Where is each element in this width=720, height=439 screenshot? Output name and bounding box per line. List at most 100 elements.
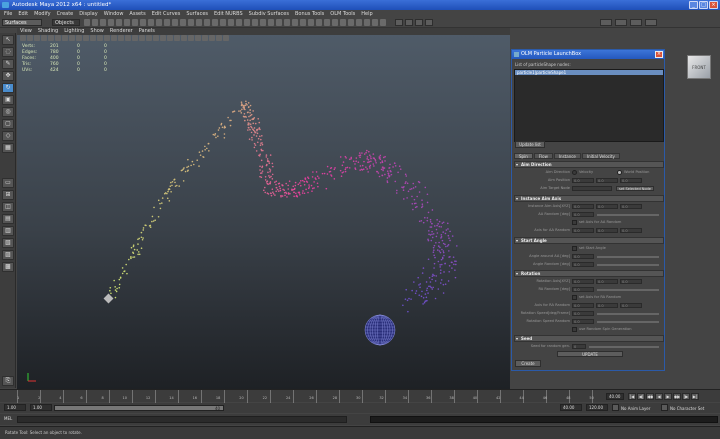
statusline-tool-icon[interactable] <box>148 19 154 26</box>
set-axis-ra-checkbox[interactable] <box>572 295 577 300</box>
panel-tool-icon[interactable] <box>223 35 229 41</box>
menu-create[interactable]: Create <box>57 10 74 18</box>
aim-direction-frame[interactable]: Aim Direction <box>514 161 664 168</box>
rotation-axis-field-y[interactable]: 0.0 <box>596 279 618 284</box>
panel-menu-show[interactable]: Show <box>90 28 104 35</box>
panel-tool-icon[interactable] <box>20 35 26 41</box>
tab-flow[interactable]: Flow <box>533 153 553 159</box>
character-set-label[interactable]: No Character Set <box>670 406 704 411</box>
statusline-tool-icon[interactable] <box>252 19 258 26</box>
panel-tool-icon[interactable] <box>195 35 201 41</box>
statusline-tool-icon[interactable] <box>108 19 114 26</box>
panel-tool-icon[interactable] <box>125 35 131 41</box>
rotation-axis-field[interactable]: 0.0 <box>572 279 594 284</box>
selection-mode-objects[interactable]: Objects <box>52 19 80 26</box>
statusline-tool-icon[interactable] <box>228 19 234 26</box>
menu-edit-nurbs[interactable]: Edit NURBS <box>214 10 243 18</box>
maximize-button[interactable]: □ <box>699 1 708 9</box>
menu-modify[interactable]: Modify <box>34 10 51 18</box>
statusline-tool-icon[interactable] <box>316 19 322 26</box>
angle-around-slider[interactable] <box>597 256 659 258</box>
statusline-tool-icon[interactable] <box>116 19 122 26</box>
statusline-tool-icon[interactable] <box>156 19 162 26</box>
viewcube[interactable]: FRONT <box>687 55 711 79</box>
angle-random-field[interactable]: 0.0 <box>572 262 594 267</box>
character-set-icon[interactable] <box>661 404 668 411</box>
angle-random-slider[interactable] <box>597 264 659 266</box>
start-angle-frame[interactable]: Start Angle <box>514 237 664 244</box>
panel-tool-icon[interactable] <box>153 35 159 41</box>
statusline-tool-icon[interactable] <box>236 19 242 26</box>
create-button[interactable]: Create <box>515 360 541 367</box>
random-spin-checkbox[interactable] <box>572 327 577 332</box>
aim-position-field-y[interactable]: 0.0 <box>596 178 618 183</box>
statusline-tool-icon[interactable] <box>356 19 362 26</box>
menu-edit[interactable]: Edit <box>18 10 28 18</box>
field-x[interactable] <box>600 19 612 26</box>
ra-random-slider[interactable] <box>597 289 659 291</box>
minimize-button[interactable]: _ <box>689 1 698 9</box>
statusline-tool-icon[interactable] <box>260 19 266 26</box>
panel-tool-icon[interactable] <box>167 35 173 41</box>
panel-menu-renderer[interactable]: Renderer <box>110 28 133 35</box>
menu-bonus-tools[interactable]: Bonus Tools <box>295 10 324 18</box>
seed-slider[interactable] <box>589 346 659 348</box>
aa-random-field[interactable]: 0.0 <box>572 212 594 217</box>
seed-field[interactable]: 0 <box>572 344 586 349</box>
ra-random-field[interactable]: 0.0 <box>572 287 594 292</box>
update-list-button[interactable]: Update list <box>515 141 545 148</box>
step-back-icon[interactable]: ◀| <box>637 393 645 400</box>
aim-position-field[interactable]: 0.0 <box>572 178 594 183</box>
axis-ra-field-z[interactable]: 0.0 <box>620 303 642 308</box>
panel-menu-view[interactable]: View <box>20 28 32 35</box>
particle-system[interactable] <box>17 34 510 389</box>
statusline-tool-icon[interactable] <box>196 19 202 26</box>
statusline-tool-icon[interactable] <box>292 19 298 26</box>
axis-aa-field[interactable]: 0.0 <box>572 228 594 233</box>
statusline-tool-icon[interactable] <box>188 19 194 26</box>
tab-instance[interactable]: Instance <box>553 153 581 159</box>
statusline-tool-icon[interactable] <box>124 19 130 26</box>
panel-tool-icon[interactable] <box>62 35 68 41</box>
set-axis-aa-checkbox[interactable] <box>572 220 577 225</box>
animation-start-field[interactable]: 1.00 <box>4 404 26 411</box>
panel-tool-icon[interactable] <box>104 35 110 41</box>
rotation-speed-random-field[interactable]: 0.0 <box>572 319 594 324</box>
panel-tool-icon[interactable] <box>174 35 180 41</box>
menu-subdiv-surfaces[interactable]: Subdiv Surfaces <box>249 10 289 18</box>
statusline-tool-icon[interactable] <box>180 19 186 26</box>
field-y[interactable] <box>615 19 627 26</box>
rotation-speed-random-slider[interactable] <box>597 321 659 323</box>
paint-select-icon[interactable]: ✎ <box>2 59 14 69</box>
statusline-tool-icon[interactable] <box>348 19 354 26</box>
render-icon[interactable] <box>395 19 403 26</box>
animation-end-field[interactable]: 120.00 <box>586 404 608 411</box>
statusline-tool-icon[interactable] <box>84 19 90 26</box>
rotation-axis-field-z[interactable]: 0.0 <box>620 279 642 284</box>
menu-surfaces[interactable]: Surfaces <box>186 10 208 18</box>
hypershade-layout-icon[interactable]: ▥ <box>2 226 14 236</box>
statusline-tool-icon[interactable] <box>172 19 178 26</box>
statusline-tool-icon[interactable] <box>332 19 338 26</box>
panel-tool-icon[interactable] <box>202 35 208 41</box>
step-forward-key-icon[interactable]: ◆▶ <box>673 393 681 400</box>
move-tool-icon[interactable]: ✥ <box>2 71 14 81</box>
rotation-speed-slider[interactable] <box>597 313 659 315</box>
manipulator-icon[interactable]: ◎ <box>2 107 14 117</box>
menu-edit-curves[interactable]: Edit Curves <box>152 10 181 18</box>
rotate-tool-icon[interactable]: ↻ <box>2 83 14 93</box>
mel-label[interactable]: MEL <box>4 416 12 421</box>
tab-spin[interactable]: Spin <box>514 153 533 159</box>
statusline-tool-icon[interactable] <box>324 19 330 26</box>
statusline-tool-icon[interactable] <box>284 19 290 26</box>
panel-tool-icon[interactable] <box>69 35 75 41</box>
ipr-icon[interactable] <box>405 19 413 26</box>
dialog-close-button[interactable]: × <box>655 51 663 58</box>
single-pane-layout-icon[interactable]: ▭ <box>2 178 14 188</box>
statusline-tool-icon[interactable] <box>364 19 370 26</box>
statusline-tool-icon[interactable] <box>132 19 138 26</box>
panel-tool-icon[interactable] <box>118 35 124 41</box>
wire-sphere[interactable] <box>364 314 396 346</box>
current-frame-field[interactable]: 40.00 <box>606 393 624 400</box>
last-tool-icon[interactable]: ▢ <box>2 119 14 129</box>
